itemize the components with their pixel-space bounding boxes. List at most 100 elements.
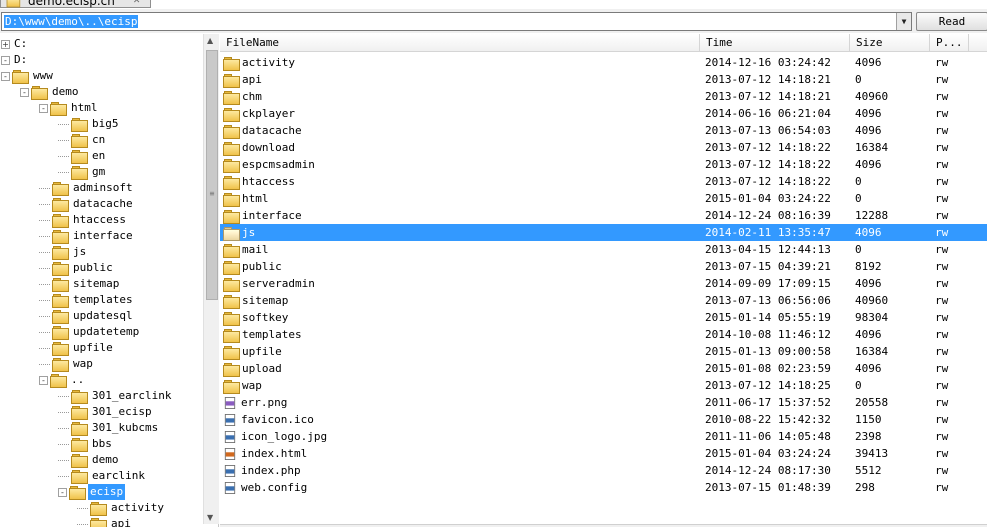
tree-scrollbar[interactable]: ▲ ≡ ▼: [203, 34, 219, 524]
collapse-icon[interactable]: -: [58, 487, 67, 497]
tree-node[interactable]: activity: [77, 500, 166, 516]
filename-text: serveradmin: [242, 277, 315, 290]
folder-icon: [223, 175, 240, 190]
tree-node[interactable]: earclink: [58, 468, 147, 484]
read-button[interactable]: Read: [916, 12, 987, 31]
table-row[interactable]: sitemap 2013-07-13 06:56:06 40960 rw: [220, 292, 987, 309]
table-row[interactable]: mail 2013-04-15 12:44:13 0 rw: [220, 241, 987, 258]
size-cell: 4096: [855, 158, 882, 171]
table-row[interactable]: activity 2014-12-16 03:24:42 4096 rw: [220, 54, 987, 71]
table-row[interactable]: js 2014-02-11 13:35:47 4096 rw: [220, 224, 987, 241]
tree-node[interactable]: updatetemp: [39, 324, 141, 340]
table-row[interactable]: download 2013-07-12 14:18:22 16384 rw: [220, 139, 987, 156]
size-cell: 4096: [855, 277, 882, 290]
window-tab[interactable]: demo.ecisp.cn ✕: [0, 0, 152, 8]
table-row[interactable]: public 2013-07-15 04:39:21 8192 rw: [220, 258, 987, 275]
tree-node[interactable]: htaccess: [39, 212, 128, 228]
scroll-up-icon[interactable]: ▲: [207, 36, 213, 45]
tree-node[interactable]: upfile: [39, 340, 115, 356]
tree-node[interactable]: bbs: [58, 436, 114, 452]
folder-icon: [52, 198, 69, 212]
tree-node[interactable]: cn: [58, 132, 107, 148]
path-combobox[interactable]: D:\www\demo\..\ecisp ▼: [1, 12, 912, 31]
table-row[interactable]: templates 2014-10-08 11:46:12 4096 rw: [220, 326, 987, 343]
tree-node-label: 301_kubcms: [92, 421, 159, 434]
tree-node[interactable]: api: [77, 516, 133, 527]
tree-node-label: updatetemp: [73, 325, 140, 338]
time-cell: 2014-12-16 03:24:42: [705, 56, 831, 69]
table-row[interactable]: interface 2014-12-24 08:16:39 12288 rw: [220, 207, 987, 224]
size-cell: 5512: [855, 464, 882, 477]
table-row[interactable]: icon_logo.jpg 2011-11-06 14:05:48 2398 rw: [220, 428, 987, 445]
table-row[interactable]: ckplayer 2014-06-16 06:21:04 4096 rw: [220, 105, 987, 122]
collapse-icon[interactable]: -: [39, 375, 48, 385]
column-size[interactable]: Size: [850, 34, 930, 52]
tree-node[interactable]: updatesql: [39, 308, 135, 324]
table-row[interactable]: serveradmin 2014-09-09 17:09:15 4096 rw: [220, 275, 987, 292]
perm-cell: rw: [935, 294, 949, 307]
tree-connector: [39, 283, 50, 285]
collapse-icon[interactable]: -: [39, 103, 48, 113]
tree-node[interactable]: - ecisp: [58, 484, 126, 500]
collapse-icon[interactable]: -: [20, 87, 29, 97]
expand-icon[interactable]: +: [1, 39, 10, 49]
tree-node[interactable]: - html: [39, 100, 100, 116]
table-row[interactable]: web.config 2013-07-15 01:48:39 298 rw: [220, 479, 987, 496]
path-input[interactable]: D:\www\demo\..\ecisp: [4, 15, 139, 28]
table-row[interactable]: htaccess 2013-07-12 14:18:22 0 rw: [220, 173, 987, 190]
filename-text: espcmsadmin: [242, 158, 315, 171]
column-time[interactable]: Time: [700, 34, 850, 52]
tree-node[interactable]: gm: [58, 164, 107, 180]
table-row[interactable]: softkey 2015-01-14 05:55:19 98304 rw: [220, 309, 987, 326]
scroll-down-icon[interactable]: ▼: [207, 513, 213, 522]
table-row[interactable]: index.php 2014-12-24 08:17:30 5512 rw: [220, 462, 987, 479]
tree-node[interactable]: demo: [58, 452, 121, 468]
filename-cell: activity: [223, 54, 697, 71]
tree-node[interactable]: - www: [1, 68, 55, 84]
table-row[interactable]: wap 2013-07-12 14:18:25 0 rw: [220, 377, 987, 394]
tree-connector: [39, 251, 50, 253]
tree-node[interactable]: -..: [39, 372, 86, 388]
filename-cell: upfile: [223, 343, 697, 360]
table-row[interactable]: err.png 2011-06-17 15:37:52 20558 rw: [220, 394, 987, 411]
column-filename[interactable]: FileName: [220, 34, 700, 52]
scrollbar-thumb[interactable]: ≡: [206, 50, 218, 300]
collapse-icon[interactable]: -: [1, 55, 10, 65]
collapse-icon[interactable]: -: [1, 71, 10, 81]
column-perm[interactable]: P...: [930, 34, 969, 52]
close-icon[interactable]: ✕: [133, 0, 141, 6]
tree-node[interactable]: adminsoft: [39, 180, 135, 196]
table-row[interactable]: html 2015-01-04 03:24:22 0 rw: [220, 190, 987, 207]
table-row[interactable]: upfile 2015-01-13 09:00:58 16384 rw: [220, 343, 987, 360]
filename-cell: wap: [223, 377, 697, 394]
php-file-icon: [224, 464, 236, 477]
filename-text: interface: [242, 209, 302, 222]
tree-node[interactable]: wap: [39, 356, 95, 372]
table-row[interactable]: datacache 2013-07-13 06:54:03 4096 rw: [220, 122, 987, 139]
folder-icon: [71, 454, 88, 468]
perm-cell: rw: [935, 311, 949, 324]
tree-node[interactable]: - demo: [20, 84, 81, 100]
tree-node[interactable]: templates: [39, 292, 135, 308]
tree-node[interactable]: 301_earclink: [58, 388, 173, 404]
folder-icon: [71, 406, 88, 420]
folder-icon: [223, 192, 240, 207]
tree-node[interactable]: public: [39, 260, 115, 276]
tree-node[interactable]: datacache: [39, 196, 135, 212]
table-row[interactable]: upload 2015-01-08 02:23:59 4096 rw: [220, 360, 987, 377]
table-row[interactable]: espcmsadmin 2013-07-12 14:18:22 4096 rw: [220, 156, 987, 173]
tree-node[interactable]: en: [58, 148, 107, 164]
tree-node[interactable]: 301_ecisp: [58, 404, 154, 420]
tree-node[interactable]: sitemap: [39, 276, 121, 292]
tree-node[interactable]: 301_kubcms: [58, 420, 160, 436]
tree-node[interactable]: big5: [58, 116, 121, 132]
tree-node[interactable]: js: [39, 244, 88, 260]
chevron-down-icon[interactable]: ▼: [896, 13, 911, 30]
tree-node[interactable]: interface: [39, 228, 135, 244]
table-row[interactable]: chm 2013-07-12 14:18:21 40960 rw: [220, 88, 987, 105]
table-row[interactable]: index.html 2015-01-04 03:24:24 39413 rw: [220, 445, 987, 462]
table-row[interactable]: favicon.ico 2010-08-22 15:42:32 1150 rw: [220, 411, 987, 428]
table-row[interactable]: api 2013-07-12 14:18:21 0 rw: [220, 71, 987, 88]
tree-node[interactable]: - D:: [1, 52, 29, 68]
tree-node[interactable]: + C:: [1, 36, 29, 52]
